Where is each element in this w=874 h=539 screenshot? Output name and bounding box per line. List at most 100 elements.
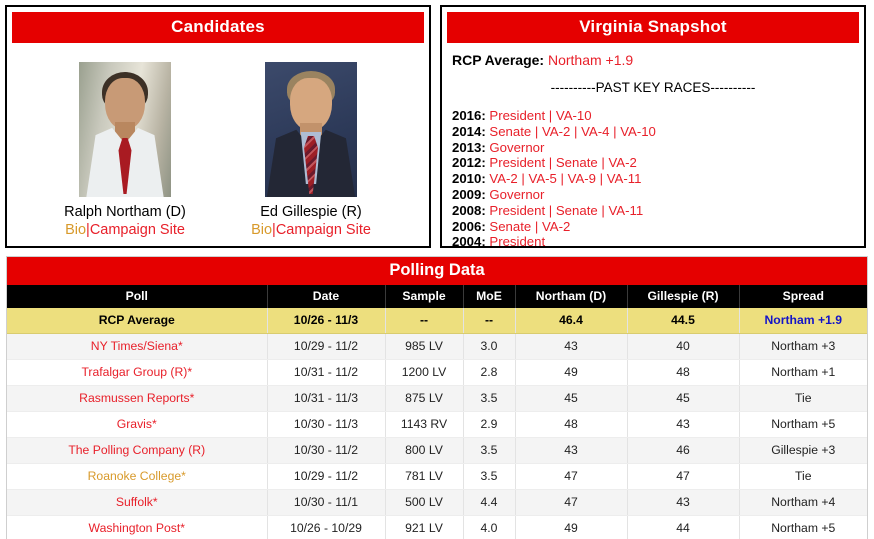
race-year: 2014: — [452, 123, 486, 139]
race-link[interactable]: Senate — [556, 155, 598, 170]
poll-name-link[interactable]: Gravis* — [117, 417, 157, 431]
rcp-average-date: 10/26 - 11/3 — [267, 308, 386, 334]
poll-name-link[interactable]: NY Times/Siena* — [91, 339, 183, 353]
poll-spread: Tie — [739, 463, 867, 490]
poll-sample: 800 LV — [385, 437, 464, 464]
rcp-average-moe: -- — [463, 308, 516, 334]
poll-name-link[interactable]: The Polling Company (R) — [68, 443, 205, 457]
race-link[interactable]: VA-5 — [529, 171, 557, 186]
rcp-average-gillespie: 44.5 — [627, 308, 740, 334]
poll-name-cell: Suffolk* — [7, 489, 268, 516]
polling-data-table: Poll Date Sample MoE Northam (D) Gillesp… — [7, 285, 867, 539]
poll-name-cell: The Polling Company (R) — [7, 437, 268, 464]
poll-sample: 1200 LV — [385, 359, 464, 386]
poll-sample: 500 LV — [385, 489, 464, 516]
race-link-separator: | — [570, 123, 582, 139]
rcp-average-sample: -- — [385, 308, 464, 334]
rcp-average-poll-name: RCP Average — [7, 308, 268, 334]
race-link[interactable]: VA-10 — [556, 108, 592, 123]
poll-northam-value: 47 — [515, 463, 628, 490]
race-link[interactable]: Senate — [489, 219, 531, 234]
race-link[interactable]: Senate — [556, 203, 598, 218]
poll-moe: 3.5 — [463, 463, 516, 490]
poll-moe: 2.9 — [463, 411, 516, 438]
candidate-card-northam: Ralph Northam (D) Bio|Campaign Site — [50, 62, 200, 238]
rcp-average-value: Northam +1.9 — [547, 52, 634, 68]
poll-northam-value: 45 — [515, 385, 628, 412]
poll-name-link[interactable]: Suffolk* — [116, 495, 158, 509]
race-link[interactable]: VA-2 — [608, 155, 636, 170]
poll-name-cell: NY Times/Siena* — [7, 333, 268, 360]
race-link[interactable]: VA-2 — [542, 219, 570, 234]
poll-sample: 875 LV — [385, 385, 464, 412]
race-line: 2013: Governor — [452, 141, 854, 154]
poll-northam-value: 43 — [515, 333, 628, 360]
poll-moe: 4.4 — [463, 489, 516, 516]
poll-spread: Northam +5 — [739, 515, 867, 539]
race-link[interactable]: VA-11 — [608, 203, 643, 218]
snapshot-panel-title: Virginia Snapshot — [447, 12, 859, 43]
column-header-northam[interactable]: Northam (D) — [515, 285, 628, 308]
race-link[interactable]: VA-4 — [581, 124, 609, 139]
column-header-poll[interactable]: Poll — [7, 285, 268, 308]
poll-name-cell: Rasmussen Reports* — [7, 385, 268, 412]
race-link-separator: | — [597, 155, 609, 171]
poll-sample: 921 LV — [385, 515, 464, 539]
polling-data-panel: Polling Data Poll Date Sample MoE Northa… — [6, 256, 868, 539]
race-link-separator: | — [595, 171, 607, 187]
race-link[interactable]: VA-2 — [489, 171, 517, 186]
race-link[interactable]: Governor — [489, 140, 544, 155]
race-link[interactable]: Governor — [489, 187, 544, 202]
race-link[interactable]: VA-11 — [607, 171, 642, 186]
table-row: The Polling Company (R) 10/30 - 11/2 800 L… — [7, 437, 867, 464]
race-link[interactable]: President — [489, 108, 545, 123]
column-header-moe[interactable]: MoE — [463, 285, 516, 308]
campaign-site-link-gillespie[interactable]: Campaign Site — [276, 222, 371, 238]
race-line: 2016: President | VA-10 — [452, 109, 854, 122]
column-header-gillespie[interactable]: Gillespie (R) — [627, 285, 740, 308]
race-link[interactable]: VA-10 — [620, 124, 656, 139]
race-link[interactable]: VA-9 — [568, 171, 596, 186]
column-header-sample[interactable]: Sample — [385, 285, 464, 308]
poll-date: 10/30 - 11/1 — [267, 489, 386, 516]
poll-date: 10/29 - 11/2 — [267, 463, 386, 490]
poll-sample: 1143 RV — [385, 411, 464, 438]
bio-link-gillespie[interactable]: Bio — [251, 222, 272, 238]
poll-name-link[interactable]: Washington Post* — [89, 521, 185, 535]
race-link[interactable]: VA-2 — [542, 124, 570, 139]
table-row: Washington Post* 10/26 - 10/29 921 LV 4.0 49… — [7, 515, 867, 539]
poll-name-link[interactable]: Trafalgar Group (R)* — [81, 365, 192, 379]
poll-date: 10/30 - 11/3 — [267, 411, 386, 438]
poll-name-link[interactable]: Roanoke College* — [88, 469, 186, 483]
poll-sample: 985 LV — [385, 333, 464, 360]
poll-spread: Northam +3 — [739, 333, 867, 360]
snapshot-body: RCP Average: Northam +1.9 ----------PAST… — [442, 43, 864, 249]
table-row: NY Times/Siena* 10/29 - 11/2 985 LV 3.0 43 40… — [7, 333, 867, 360]
race-year: 2006: — [452, 218, 486, 234]
poll-spread: Northam +5 — [739, 411, 867, 438]
race-line: 2009: Governor — [452, 188, 854, 201]
race-link[interactable]: President — [489, 203, 545, 218]
race-link[interactable]: President — [489, 234, 545, 249]
column-header-spread[interactable]: Spread — [739, 285, 867, 308]
poll-name-link[interactable]: Rasmussen Reports* — [79, 391, 194, 405]
poll-gillespie-value: 44 — [627, 515, 740, 539]
bio-link-northam[interactable]: Bio — [65, 222, 86, 238]
race-link[interactable]: President — [489, 155, 545, 170]
poll-spread: Northam +1 — [739, 359, 867, 386]
race-year: 2004: — [452, 234, 486, 250]
campaign-site-link-northam[interactable]: Campaign Site — [90, 222, 185, 238]
poll-northam-value: 49 — [515, 359, 628, 386]
rcp-average-label: RCP Average: — [452, 52, 545, 68]
page-root: Candidates Ralph Northam (D) Bio|Campaig… — [0, 0, 874, 539]
race-link-separator: | — [545, 108, 556, 124]
candidates-row: Ralph Northam (D) Bio|Campaign Site Ed G… — [7, 43, 429, 238]
column-header-date[interactable]: Date — [267, 285, 386, 308]
race-link[interactable]: Senate — [489, 124, 531, 139]
past-key-races-divider: ----------PAST KEY RACES---------- — [550, 80, 756, 96]
candidates-panel-title: Candidates — [12, 12, 424, 43]
rcp-average-northam: 46.4 — [515, 308, 628, 334]
poll-name-cell: Trafalgar Group (R)* — [7, 359, 268, 386]
rcp-average-line: RCP Average: Northam +1.9 — [452, 53, 854, 67]
table-row: Roanoke College* 10/29 - 11/2 781 LV 3.5 47 4… — [7, 463, 867, 490]
